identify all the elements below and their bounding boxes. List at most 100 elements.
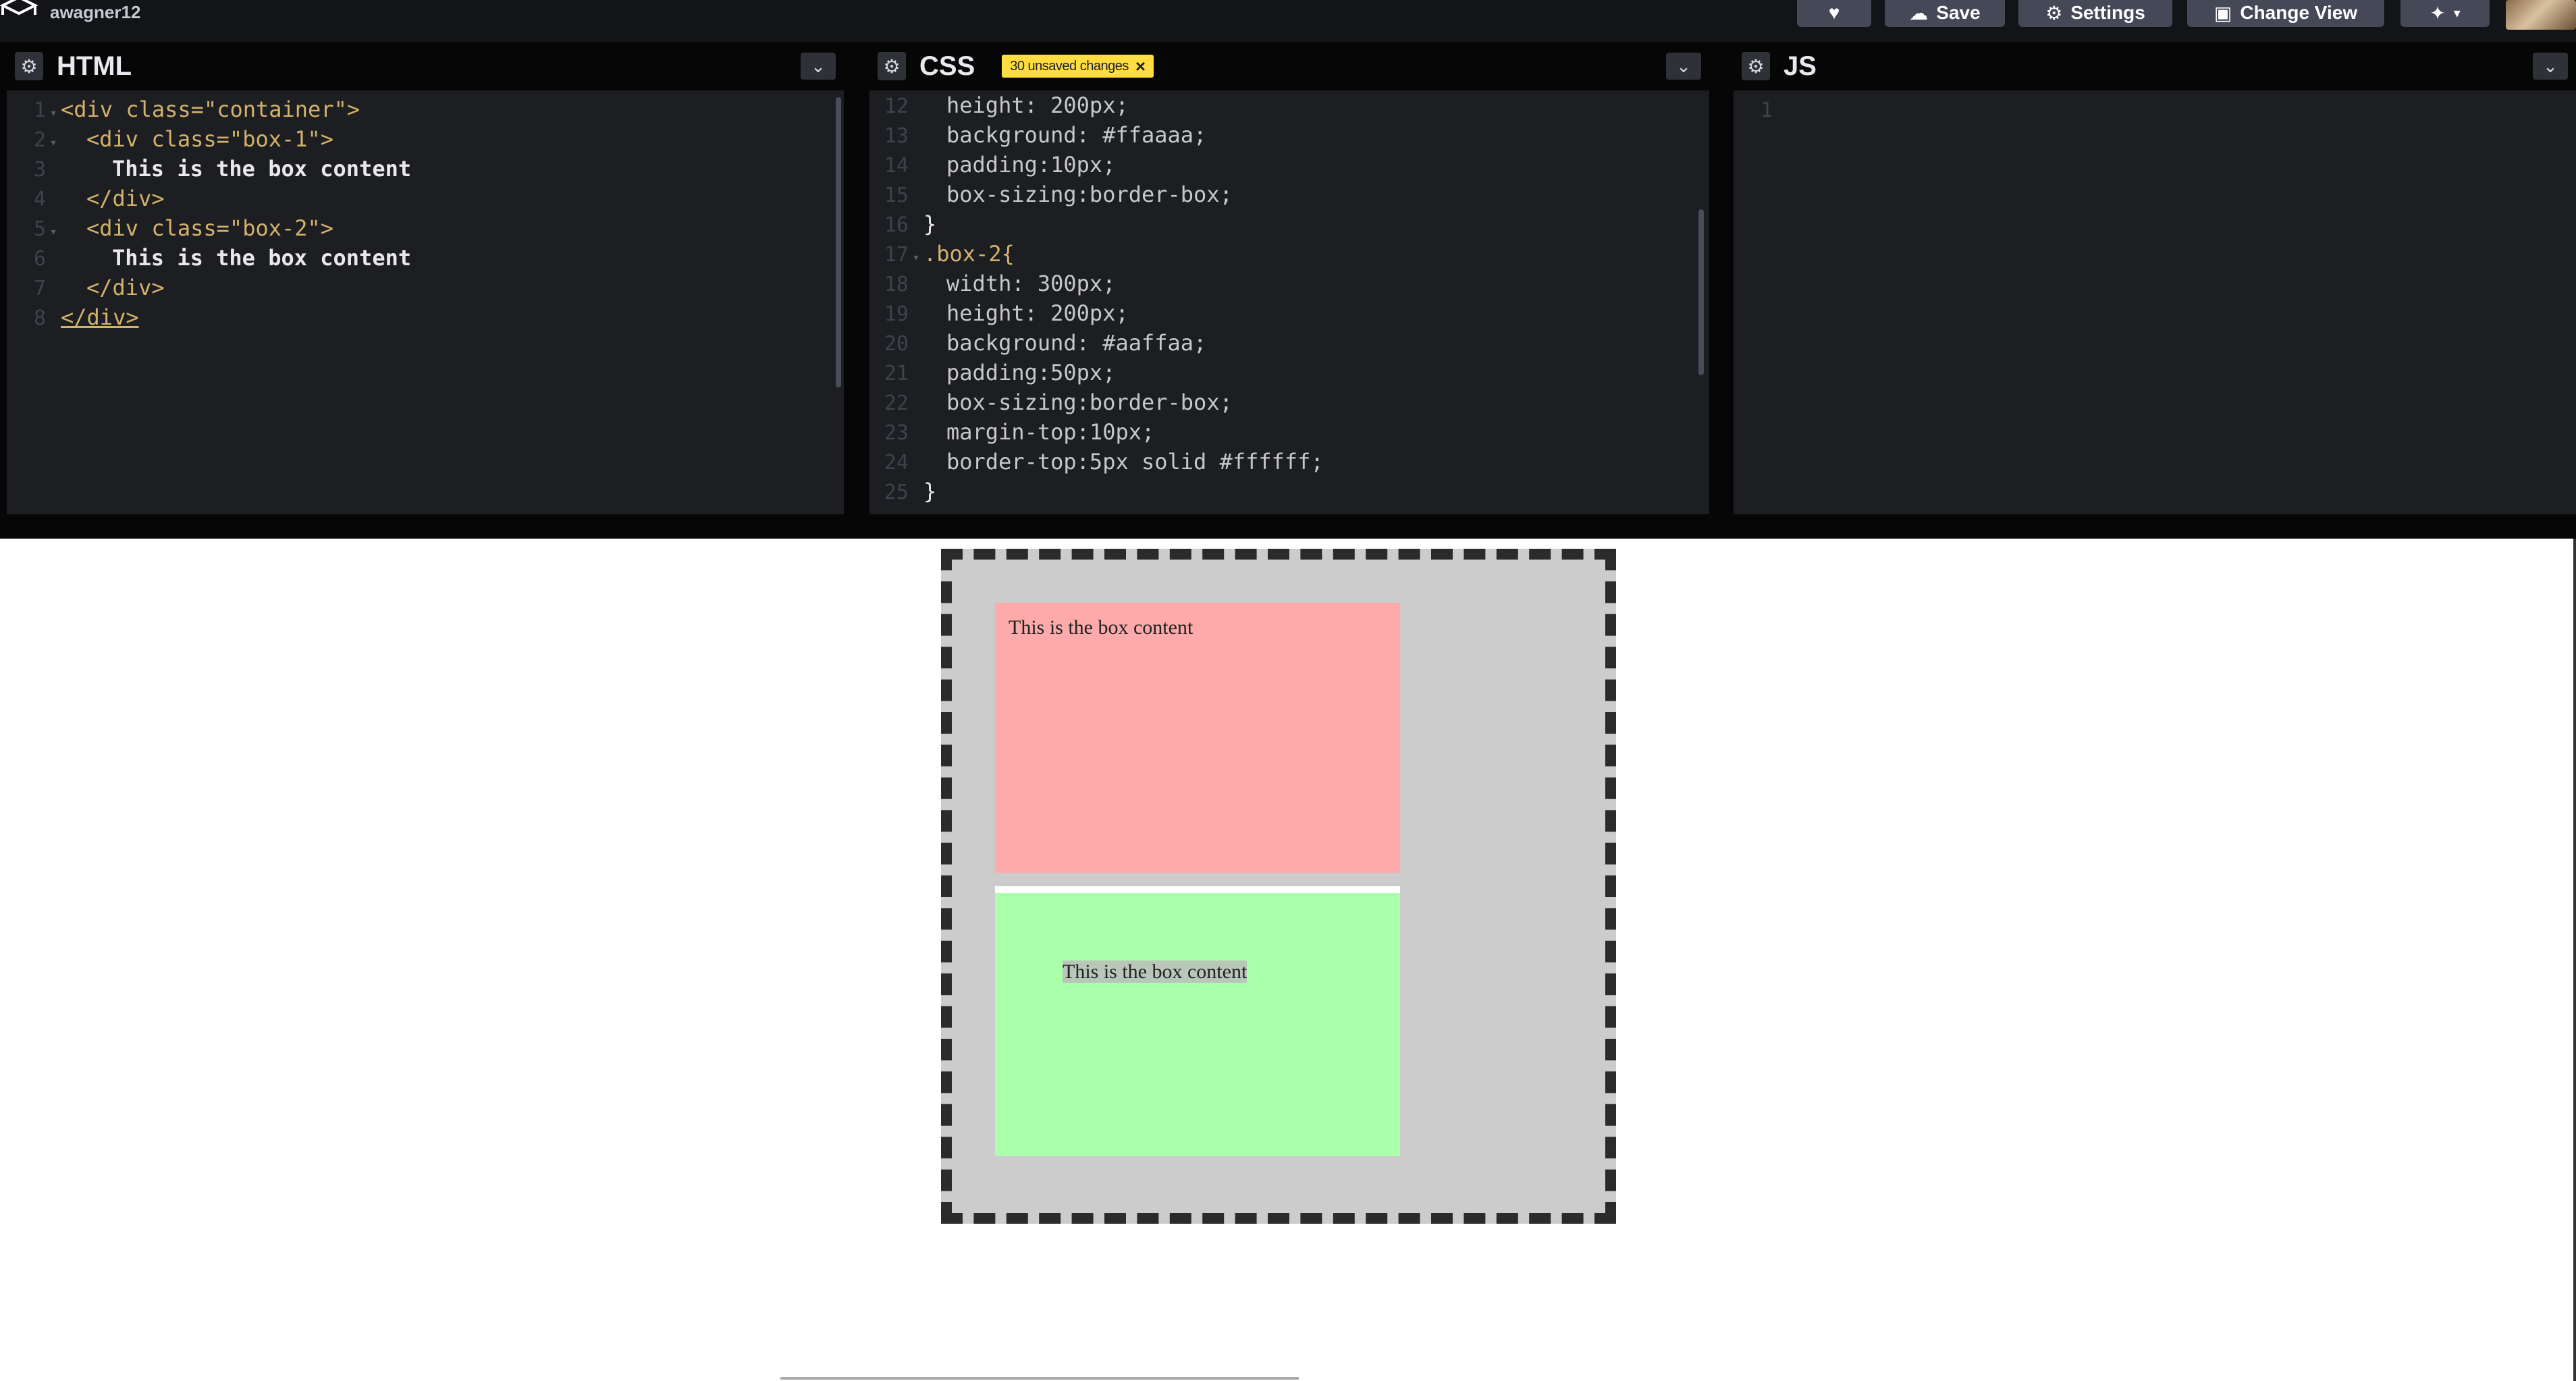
code-text: height: 200px; [946, 92, 1129, 118]
code-line: 14 padding:10px; [869, 150, 1709, 180]
js-panel-header: ⚙ JS ⌄ [1734, 42, 2576, 90]
line-number: 2 [33, 128, 46, 152]
html-panel-header: ⚙ HTML ⌄ [7, 42, 844, 90]
save-button[interactable]: ☁ Save [1885, 0, 2005, 27]
css-panel-header: ⚙ CSS 30 unsaved changes × ⌄ [869, 42, 1709, 90]
line-number: 18 [884, 273, 909, 296]
chevron-down-icon: ⌄ [811, 55, 826, 76]
line-number: 17 [884, 243, 909, 267]
code-line: 25} [869, 477, 1709, 506]
result-preview: This is the box content This is the box … [0, 539, 2576, 1381]
line-number: 1 [33, 99, 46, 122]
heart-icon: ♥ [1828, 2, 1840, 23]
code-line: 16} [869, 209, 1709, 239]
layout-icon: ▣ [2213, 2, 2232, 24]
gear-icon: ⚙ [1747, 55, 1765, 77]
editor-area: ⚙ HTML ⌄ 1 ▾ <div class="container"> 2 ▾ <di… [0, 42, 2576, 539]
gear-icon: ⚙ [2045, 2, 2063, 24]
html-editor-panel: ⚙ HTML ⌄ 1 ▾ <div class="container"> 2 ▾ <di… [7, 42, 844, 514]
line-number: 22 [884, 391, 909, 415]
code-line: 15 box-sizing:border-box; [869, 180, 1709, 209]
code-text: .box-2{ [923, 241, 1015, 267]
settings-label: Settings [2070, 2, 2145, 23]
css-scrollbar[interactable] [1698, 209, 1704, 375]
cloud-icon: ☁ [1909, 2, 1929, 24]
save-label: Save [1936, 2, 1981, 23]
js-panel-title: JS [1783, 51, 1817, 81]
html-panel-title: HTML [57, 51, 132, 81]
js-collapse-button[interactable]: ⌄ [2533, 53, 2568, 80]
avatar[interactable] [2506, 0, 2576, 30]
preview-box-2: This is the box content [995, 886, 1400, 1156]
username[interactable]: awagner12 [50, 0, 140, 24]
line-number: 5 [33, 217, 46, 241]
change-view-button[interactable]: ▣ Change View [2187, 0, 2384, 27]
gear-icon: ⚙ [883, 55, 901, 77]
code-line: 22 box-sizing:border-box; [869, 387, 1709, 417]
html-code-editor[interactable]: 1 ▾ <div class="container"> 2 ▾ <div class="… [7, 94, 844, 332]
line-number: 13 [884, 124, 909, 148]
chevron-down-icon: ⌄ [1676, 55, 1691, 76]
code-line: 1 ▾ <div class="container"> [7, 94, 844, 124]
line-number: 14 [884, 154, 909, 178]
settings-button[interactable]: ⚙ Settings [2018, 0, 2172, 27]
top-bar: awagner12 ♥ ☁ Save ⚙ Settings ▣ Change V… [0, 0, 2576, 42]
line-number: 12 [884, 94, 909, 118]
pin-icon: ✦ [2430, 2, 2446, 24]
css-settings-button[interactable]: ⚙ [878, 52, 906, 80]
css-code-editor[interactable]: 12 height: 200px; 13 background: #ffaaaa; … [869, 90, 1709, 506]
code-line: 18 width: 300px; [869, 269, 1709, 298]
code-line: 17 ▾ .box-2{ [869, 239, 1709, 269]
line-number: 4 [33, 188, 46, 211]
unsaved-changes-badge[interactable]: 30 unsaved changes × [1002, 55, 1154, 78]
line-number: 16 [884, 213, 909, 237]
code-text: padding:10px; [946, 152, 1116, 178]
css-panel-title: CSS [919, 51, 975, 81]
unsaved-changes-text: 30 unsaved changes [1010, 58, 1129, 74]
line-number: 15 [884, 184, 909, 207]
box-1-text: This is the box content [1009, 616, 1193, 639]
close-icon[interactable]: × [1135, 56, 1146, 77]
line-number: 6 [33, 247, 46, 271]
code-text: <div class="box-2"> [86, 215, 334, 241]
code-line: 4 </div> [7, 184, 844, 213]
code-line: 6 This is the box content [7, 243, 844, 273]
line-number: 19 [884, 302, 909, 326]
code-text: width: 300px; [946, 271, 1116, 296]
chevron-down-icon: ▾ [2453, 5, 2461, 21]
preview-box-1: This is the box content [995, 603, 1400, 873]
code-text: margin-top:10px; [946, 419, 1155, 445]
html-scrollbar[interactable] [836, 97, 841, 387]
code-text: } [923, 211, 937, 237]
love-button[interactable]: ♥ [1797, 0, 1871, 27]
html-settings-button[interactable]: ⚙ [15, 52, 43, 80]
line-number: 23 [884, 421, 909, 445]
chevron-down-icon: ⌄ [2543, 55, 2558, 76]
code-text: <div class="box-1"> [86, 126, 334, 152]
code-line: 13 background: #ffaaaa; [869, 120, 1709, 150]
html-collapse-button[interactable]: ⌄ [801, 53, 836, 80]
preview-horizontal-scrollbar[interactable] [780, 1377, 1299, 1380]
code-line: 3 This is the box content [7, 154, 844, 184]
code-line: 20 background: #aaffaa; [869, 328, 1709, 358]
logo-icon[interactable] [0, 0, 38, 20]
line-number: 8 [33, 306, 46, 330]
line-number: 3 [33, 158, 46, 182]
code-line: 23 margin-top:10px; [869, 417, 1709, 447]
code-text: height: 200px; [946, 300, 1129, 326]
code-line: 8 </div> [7, 302, 844, 332]
code-text: background: #ffaaaa; [946, 122, 1207, 148]
code-line: 2 ▾ <div class="box-1"> [7, 124, 844, 154]
js-editor-panel: ⚙ JS ⌄ 1 [1734, 42, 2576, 514]
pin-button[interactable]: ✦ ▾ [2400, 0, 2490, 27]
css-collapse-button[interactable]: ⌄ [1666, 53, 1701, 80]
code-text: box-sizing:border-box; [946, 182, 1233, 207]
code-line: 24 border-top:5px solid #ffffff; [869, 447, 1709, 477]
code-line: 5 ▾ <div class="box-2"> [7, 213, 844, 243]
js-settings-button[interactable]: ⚙ [1742, 52, 1770, 80]
code-text: } [923, 479, 937, 504]
code-text: </div> [61, 304, 139, 330]
code-text: background: #aaffaa; [946, 330, 1207, 356]
box-2-text: This is the box content [1063, 960, 1247, 983]
js-code-editor[interactable]: 1 [1734, 94, 2576, 124]
